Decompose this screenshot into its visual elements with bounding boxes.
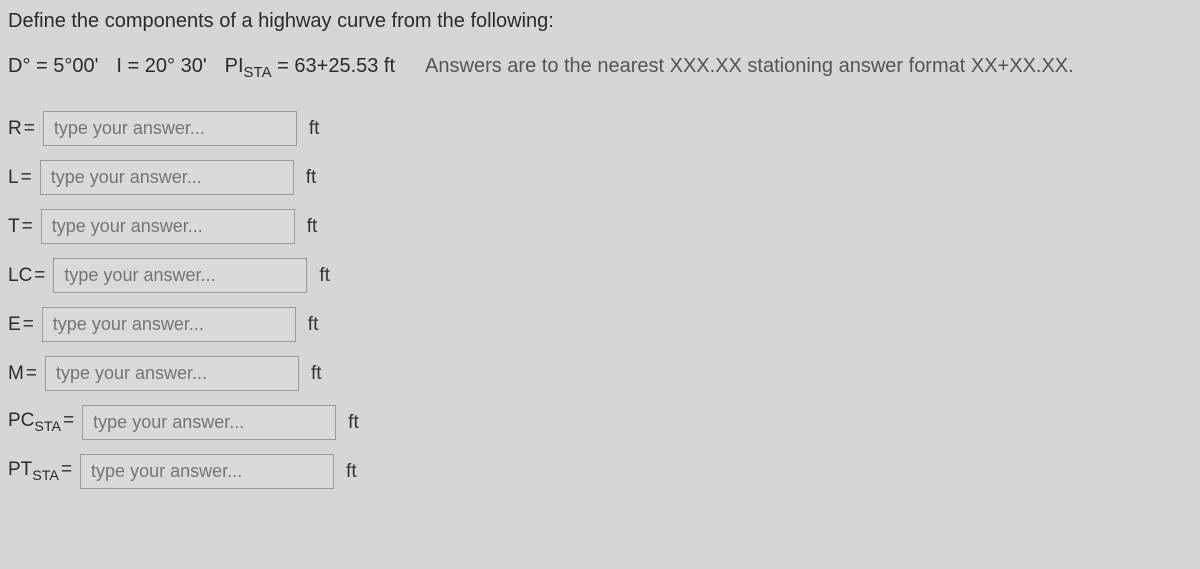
input-r[interactable]: [43, 111, 297, 146]
unit-ptsta: ft: [346, 461, 357, 483]
format-note: Answers are to the nearest XXX.XX statio…: [425, 55, 1074, 78]
unit-m: ft: [311, 363, 322, 385]
input-ptsta[interactable]: [80, 454, 334, 489]
row-e: E= ft: [8, 307, 1192, 342]
label-t: T=: [8, 216, 37, 238]
label-l: L=: [8, 167, 36, 189]
input-m[interactable]: [45, 356, 299, 391]
input-pcsta[interactable]: [82, 405, 336, 440]
row-r: R= ft: [8, 111, 1192, 146]
unit-t: ft: [307, 216, 318, 238]
label-pcsta: PCSTA=: [8, 410, 78, 435]
input-lc[interactable]: [53, 258, 307, 293]
unit-e: ft: [308, 314, 319, 336]
param-d: D° = 5°00': [8, 55, 98, 81]
param-i: I = 20° 30': [116, 55, 206, 81]
question-header: Define the components of a highway curve…: [8, 10, 1192, 33]
label-lc: LC=: [8, 265, 49, 287]
parameters-line: D° = 5°00' I = 20° 30' PISTA = 63+25.53 …: [8, 55, 1192, 81]
param-pi: PISTA = 63+25.53 ft: [225, 55, 395, 81]
row-ptsta: PTSTA= ft: [8, 454, 1192, 489]
label-e: E=: [8, 314, 38, 336]
input-e[interactable]: [42, 307, 296, 342]
unit-r: ft: [309, 118, 320, 140]
input-l[interactable]: [40, 160, 294, 195]
unit-lc: ft: [319, 265, 330, 287]
input-t[interactable]: [41, 209, 295, 244]
label-r: R=: [8, 118, 39, 140]
row-t: T= ft: [8, 209, 1192, 244]
row-l: L= ft: [8, 160, 1192, 195]
row-pcsta: PCSTA= ft: [8, 405, 1192, 440]
unit-l: ft: [306, 167, 317, 189]
label-m: M=: [8, 363, 41, 385]
label-ptsta: PTSTA=: [8, 459, 76, 484]
unit-pcsta: ft: [348, 412, 359, 434]
row-lc: LC= ft: [8, 258, 1192, 293]
row-m: M= ft: [8, 356, 1192, 391]
